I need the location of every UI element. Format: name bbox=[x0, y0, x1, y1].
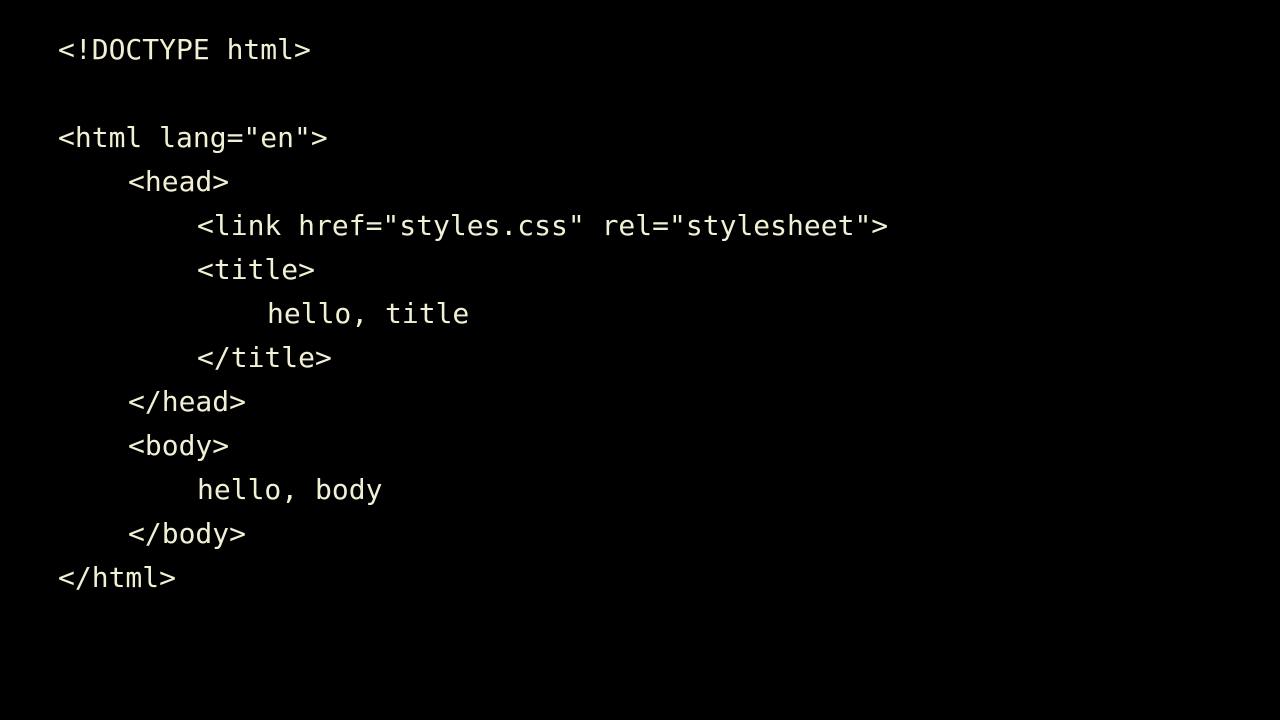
code-line-head-close: </head> bbox=[128, 385, 247, 418]
code-line-html-close: </html> bbox=[58, 561, 177, 594]
code-line-link: <link href="styles.css" rel="stylesheet"… bbox=[197, 209, 889, 242]
code-line-body-text: hello, body bbox=[197, 473, 383, 506]
code-line-body-open: <body> bbox=[128, 429, 230, 462]
code-view: <!DOCTYPE html> <html lang="en"> <head> … bbox=[0, 0, 1280, 720]
code-line-title-close: </title> bbox=[197, 341, 332, 374]
code-line-head-open: <head> bbox=[128, 165, 230, 198]
code-line-doctype: <!DOCTYPE html> bbox=[58, 33, 311, 66]
code-line-title-text: hello, title bbox=[267, 297, 470, 330]
code-line-title-open: <title> bbox=[197, 253, 316, 286]
code-line-body-close: </body> bbox=[128, 517, 247, 550]
code-line-html-open: <html lang="en"> bbox=[58, 121, 328, 154]
